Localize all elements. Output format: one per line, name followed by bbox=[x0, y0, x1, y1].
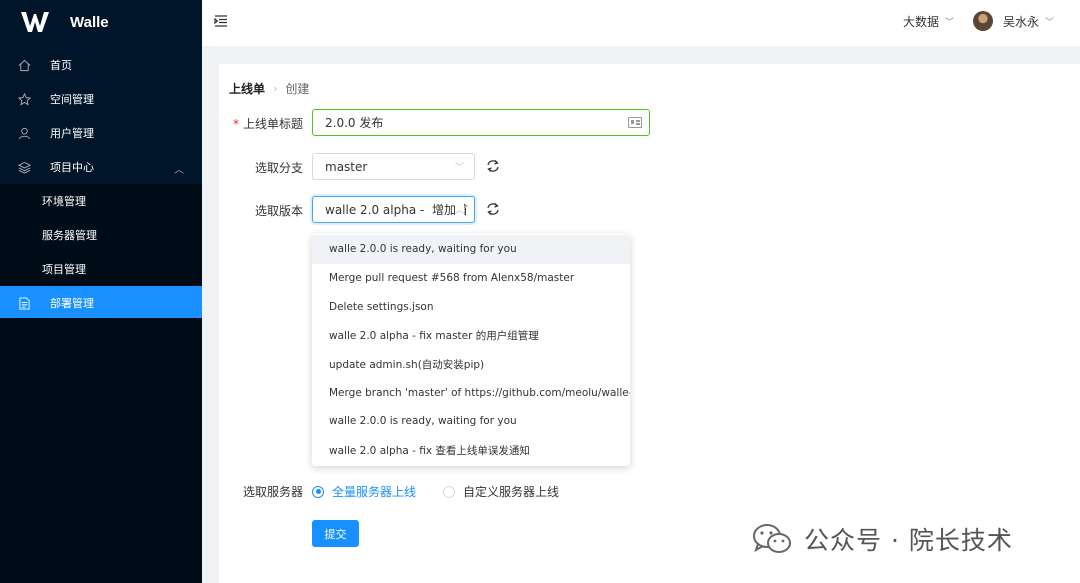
sidebar-item-label: 用户管理 bbox=[50, 127, 94, 140]
branch-select-value: master bbox=[325, 159, 368, 174]
sidebar-item-project-center[interactable]: 项目中心 ︿ bbox=[0, 150, 202, 184]
version-option[interactable]: walle 2.0.0 is ready, waiting for you bbox=[312, 407, 630, 436]
version-label: 选取版本 bbox=[255, 204, 304, 218]
user-menu[interactable]: 吴水永 ﹀ bbox=[973, 11, 1054, 31]
branch-label: 选取分支 bbox=[255, 161, 304, 175]
sidebar-item-label: 部署管理 bbox=[50, 297, 94, 310]
sidebar-item-servers[interactable]: 服务器管理 bbox=[0, 218, 202, 252]
refresh-branch-icon[interactable] bbox=[486, 159, 500, 173]
sidebar-item-users[interactable]: 用户管理 bbox=[0, 116, 202, 150]
title-label-text: 上线单标题 bbox=[243, 117, 304, 131]
refresh-version-icon[interactable] bbox=[486, 202, 500, 216]
top-header: 大数据 ﹀ 吴水永 ﹀ bbox=[202, 0, 1080, 46]
watermark-text: 公众号 · 院长技术 bbox=[804, 526, 1013, 555]
version-option[interactable]: walle 2.0 alpha - fix 查看上线单误发通知 bbox=[312, 436, 630, 465]
required-mark: * bbox=[233, 117, 239, 131]
submit-button[interactable]: 提交 bbox=[312, 520, 359, 547]
chevron-down-icon: ﹀ bbox=[945, 18, 955, 28]
breadcrumb: 上线单 › 创建 bbox=[229, 80, 309, 97]
sidebar-menu: 首页 空间管理 用户管理 项目中心 ︿ 环境管理 服务器管理 项目管理 部署管理 bbox=[0, 48, 202, 320]
branch-select[interactable]: master ﹀ bbox=[312, 153, 475, 180]
sidebar-item-label: 环境管理 bbox=[42, 195, 86, 208]
radio-label: 全量服务器上线 bbox=[332, 485, 417, 499]
user-name: 吴水永 bbox=[1003, 14, 1040, 29]
sidebar-item-label: 服务器管理 bbox=[42, 229, 97, 242]
chevron-down-icon: ﹀ bbox=[1045, 17, 1055, 28]
title-label: * 上线单标题 bbox=[233, 115, 303, 132]
radio-unchecked-icon bbox=[443, 485, 456, 498]
menu-fold-icon[interactable] bbox=[214, 14, 228, 28]
version-option[interactable]: Merge pull request #568 from Alenx58/mas… bbox=[312, 264, 630, 293]
sidebar-item-label: 项目中心 bbox=[50, 161, 94, 174]
sidebar-background bbox=[0, 318, 202, 583]
title-input[interactable]: 2.0.0 发布 bbox=[312, 109, 650, 136]
version-option[interactable]: walle 2.0.0 is ready, waiting for you bbox=[312, 235, 630, 264]
home-icon bbox=[17, 58, 31, 72]
sidebar-item-projects[interactable]: 项目管理 bbox=[0, 252, 202, 286]
logo[interactable]: Walle bbox=[0, 0, 202, 44]
breadcrumb-last: 创建 bbox=[285, 82, 310, 96]
watermark: 公众号 · 院长技术 bbox=[752, 521, 1013, 557]
wechat-icon bbox=[753, 524, 791, 553]
deploy-icon bbox=[17, 296, 31, 310]
app-name: Walle bbox=[70, 13, 109, 31]
version-option[interactable]: walle 2.0 alpha - fix master 的用户组管理 bbox=[312, 321, 630, 350]
id-card-icon bbox=[628, 117, 642, 128]
walle-logo-icon bbox=[21, 12, 49, 32]
radio-checked-icon bbox=[312, 485, 324, 498]
sidebar-item-environments[interactable]: 环境管理 bbox=[0, 184, 202, 218]
version-option[interactable]: Delete settings.json bbox=[312, 292, 630, 321]
radio-label: 自定义服务器上线 bbox=[463, 485, 560, 499]
chevron-up-icon: ︿ bbox=[174, 165, 184, 176]
sidebar-item-label: 空间管理 bbox=[50, 93, 94, 106]
server-label: 选取服务器 bbox=[243, 485, 304, 499]
version-select-value: walle 2.0 alpha - 增加首 bbox=[325, 203, 468, 217]
version-dropdown: walle 2.0.0 is ready, waiting for you Me… bbox=[312, 234, 630, 466]
space-name: 大数据 bbox=[903, 15, 940, 29]
sidebar-item-space[interactable]: 空间管理 bbox=[0, 82, 202, 116]
version-select[interactable]: walle 2.0 alpha - 增加首 ︿ bbox=[312, 196, 475, 223]
chevron-down-icon: ﹀ bbox=[454, 163, 464, 173]
sidebar-item-home[interactable]: 首页 bbox=[0, 48, 202, 82]
breadcrumb-current[interactable]: 上线单 bbox=[229, 80, 265, 97]
radio-all-servers[interactable]: 全量服务器上线 bbox=[312, 483, 416, 500]
layers-icon bbox=[17, 160, 31, 174]
sidebar-item-label: 项目管理 bbox=[42, 263, 86, 276]
server-radio-group: 全量服务器上线 自定义服务器上线 bbox=[312, 483, 586, 500]
version-option[interactable]: Merge branch 'master' of https://github.… bbox=[312, 378, 630, 407]
sidebar-item-deploy[interactable]: 部署管理 bbox=[0, 286, 202, 320]
user-icon bbox=[17, 126, 31, 140]
star-icon bbox=[17, 92, 31, 106]
radio-custom-servers[interactable]: 自定义服务器上线 bbox=[443, 483, 559, 500]
sidebar: Walle 首页 空间管理 用户管理 项目中心 ︿ 环境管理 服务器管理 项目管… bbox=[0, 0, 202, 583]
version-option[interactable]: update admin.sh(自动安装pip) bbox=[312, 350, 630, 379]
breadcrumb-separator-icon: › bbox=[273, 82, 278, 95]
chevron-up-icon: ︿ bbox=[454, 203, 464, 216]
space-selector[interactable]: 大数据 ﹀ bbox=[903, 13, 954, 30]
main-content: 上线单 › 创建 * 上线单标题 2.0.0 发布 选取分支 master ﹀ 选… bbox=[219, 64, 1080, 583]
avatar bbox=[973, 11, 993, 31]
sidebar-item-label: 首页 bbox=[50, 59, 72, 72]
title-input-value: 2.0.0 发布 bbox=[325, 116, 384, 130]
